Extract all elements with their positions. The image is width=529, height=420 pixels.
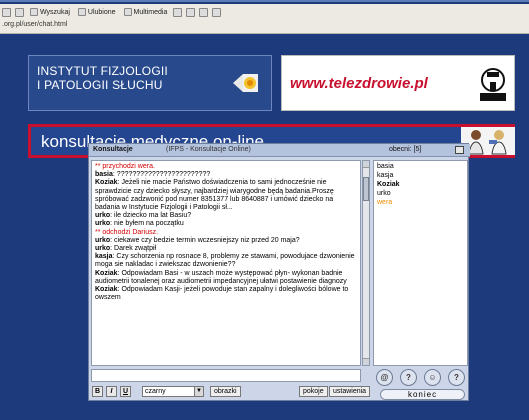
chevron-down-icon: ▼ <box>194 387 203 396</box>
chat-message: ** przychodzi wera. <box>95 163 357 171</box>
chat-window-subtitle: (IFPS - Konsultacje Online) <box>166 146 251 153</box>
search-button[interactable]: Wyszukaj <box>28 8 72 16</box>
telezdrowie-banner[interactable]: www.telezdrowie.pl <box>281 55 515 111</box>
logo-line-1: INSTYTUT FIZJOLOGII <box>37 64 168 78</box>
chat-message: Koziak: Odpowiadam Basi - w uszach może … <box>95 270 357 286</box>
message-author: urko <box>95 220 111 228</box>
chat-messages: ** przychodzi wera. basia: ??????????????… <box>91 160 361 366</box>
message-text: : ile dziecko ma lat Basiu? <box>110 212 192 220</box>
message-input[interactable] <box>91 369 361 382</box>
institute-banner: INSTYTUT FIZJOLOGII I PATOLOGII SŁUCHU <box>28 55 272 111</box>
chat-message: urko: Darek zwątpił <box>95 245 357 253</box>
telezdrowie-badge-icon <box>480 68 506 101</box>
message-author: Koziak <box>95 269 118 277</box>
site-url[interactable]: www.telezdrowie.pl <box>290 75 428 92</box>
exit-button[interactable]: koniec <box>380 389 465 400</box>
message-author: basia <box>95 171 113 179</box>
settings-button[interactable]: ustawienia <box>329 386 371 397</box>
user-list-item[interactable]: urko <box>377 189 464 198</box>
edit-icon[interactable] <box>212 7 222 17</box>
multimedia-button[interactable]: Multimedia <box>122 8 170 16</box>
message-text: : Jeżeli nie macie Państwo doświadczenia… <box>95 179 334 212</box>
message-author: Koziak <box>95 286 118 294</box>
mail-icon[interactable] <box>186 7 196 17</box>
multimedia-icon <box>123 8 132 16</box>
system-message: ** odchodzi Dariusz. <box>95 228 159 236</box>
at-icon[interactable]: @ <box>376 369 393 386</box>
underline-button[interactable]: U <box>120 386 131 397</box>
online-users-list: basia kasja Koziak urko wera <box>373 160 468 366</box>
system-message: ** przychodzi wera. <box>95 163 155 170</box>
institute-logo-text: INSTYTUT FIZJOLOGII I PATOLOGII SŁUCHU <box>37 64 168 92</box>
ear-emblem-icon <box>233 74 258 92</box>
message-text: : ???????????????????????? <box>112 171 211 179</box>
selected-color: czarny <box>145 388 166 395</box>
chat-message: Koziak: Odpowiadam Kasji- jeżeli powoduj… <box>95 286 357 302</box>
scroll-down-icon[interactable] <box>363 358 369 365</box>
quick-actions: @ ? ☺ ? <box>376 369 468 387</box>
favorites-icon <box>77 8 86 16</box>
message-author: urko <box>95 212 111 220</box>
chat-message: urko: ciekawe czy bedzie termin wczesnie… <box>95 237 357 245</box>
italic-button[interactable]: I <box>106 386 117 397</box>
history-icon[interactable] <box>173 7 183 17</box>
message-author: Koziak <box>95 179 118 187</box>
present-users-count: obecni: [5] <box>389 146 422 153</box>
search-button-label: Wyszukaj <box>40 8 70 16</box>
chat-message: kasja: Czy schorzenia np rosnace 8, prob… <box>95 253 357 269</box>
text-color-select[interactable]: czarny ▼ <box>142 386 204 397</box>
browser-toolbar: Wyszukaj Ulubione Multimedia .org.pl/use… <box>0 4 529 34</box>
chat-message: urko: nie byłem na początku <box>95 220 357 228</box>
message-text: : Odpowiadam Kasji- jeżeli powoduje stan… <box>95 286 349 302</box>
images-button[interactable]: obrazki <box>210 386 241 397</box>
message-author: urko <box>95 236 111 244</box>
format-toolbar: B I U czarny ▼ obrazki pokoje ustawienia <box>92 386 371 399</box>
chat-message: urko: ile dziecko ma lat Basiu? <box>95 212 357 220</box>
favorites-button[interactable]: Ulubione <box>76 8 118 16</box>
message-text: : Darek zwątpił <box>110 245 157 253</box>
rooms-button[interactable]: pokoje <box>299 386 328 397</box>
user-list-item[interactable]: Koziak <box>377 180 464 189</box>
chat-window-header: Konsultacje (IFPS - Konsultacje Online) … <box>89 144 470 157</box>
bold-button[interactable]: B <box>92 386 103 397</box>
favorites-button-label: Ulubione <box>87 8 116 16</box>
message-author: kasja <box>95 253 113 261</box>
message-author: urko <box>95 245 111 253</box>
user-list-item[interactable]: basia <box>377 162 464 171</box>
multimedia-button-label: Multimedia <box>133 8 168 16</box>
logo-line-2: I PATOLOGII SŁUCHU <box>37 78 163 92</box>
browser-buttons: Wyszukaj Ulubione Multimedia <box>2 5 222 19</box>
page-content: INSTYTUT FIZJOLOGII I PATOLOGII SŁUCHU w… <box>0 35 529 420</box>
back-icon[interactable] <box>2 7 11 17</box>
home-icon[interactable] <box>15 7 24 17</box>
question-icon[interactable]: ? <box>448 369 465 386</box>
chat-window: Konsultacje (IFPS - Konsultacje Online) … <box>88 143 470 401</box>
message-text: : nie byłem na początku <box>110 220 184 228</box>
scroll-thumb[interactable] <box>363 177 369 201</box>
search-icon <box>30 8 38 16</box>
chat-message: basia: ???????????????????????? <box>95 171 357 179</box>
address-bar[interactable]: .org.pl/user/chat.html <box>2 21 67 28</box>
message-text: : Odpowiadam Basi - w uszach może występ… <box>95 269 347 285</box>
user-list-item[interactable]: kasja <box>377 171 464 180</box>
user-list-item[interactable]: wera <box>377 198 464 207</box>
print-icon[interactable] <box>199 7 209 17</box>
message-text: : ciekawe czy bedzie termin wczesniejszy… <box>110 236 300 244</box>
chat-message: ** odchodzi Dariusz. <box>95 229 357 237</box>
chat-message: Koziak: Jeżeli nie macie Państwo doświad… <box>95 179 357 212</box>
smiley-icon[interactable]: ☺ <box>424 369 441 386</box>
window-control-icon[interactable] <box>455 146 464 154</box>
message-text: : Czy schorzenia np rosnace 8, problemy … <box>95 253 355 269</box>
scroll-up-icon[interactable] <box>363 161 369 168</box>
help-icon[interactable]: ? <box>400 369 417 386</box>
screenshot-frame: Wyszukaj Ulubione Multimedia .org.pl/use… <box>0 0 529 420</box>
messages-scrollbar[interactable] <box>362 160 370 366</box>
chat-window-title: Konsultacje <box>93 146 133 153</box>
